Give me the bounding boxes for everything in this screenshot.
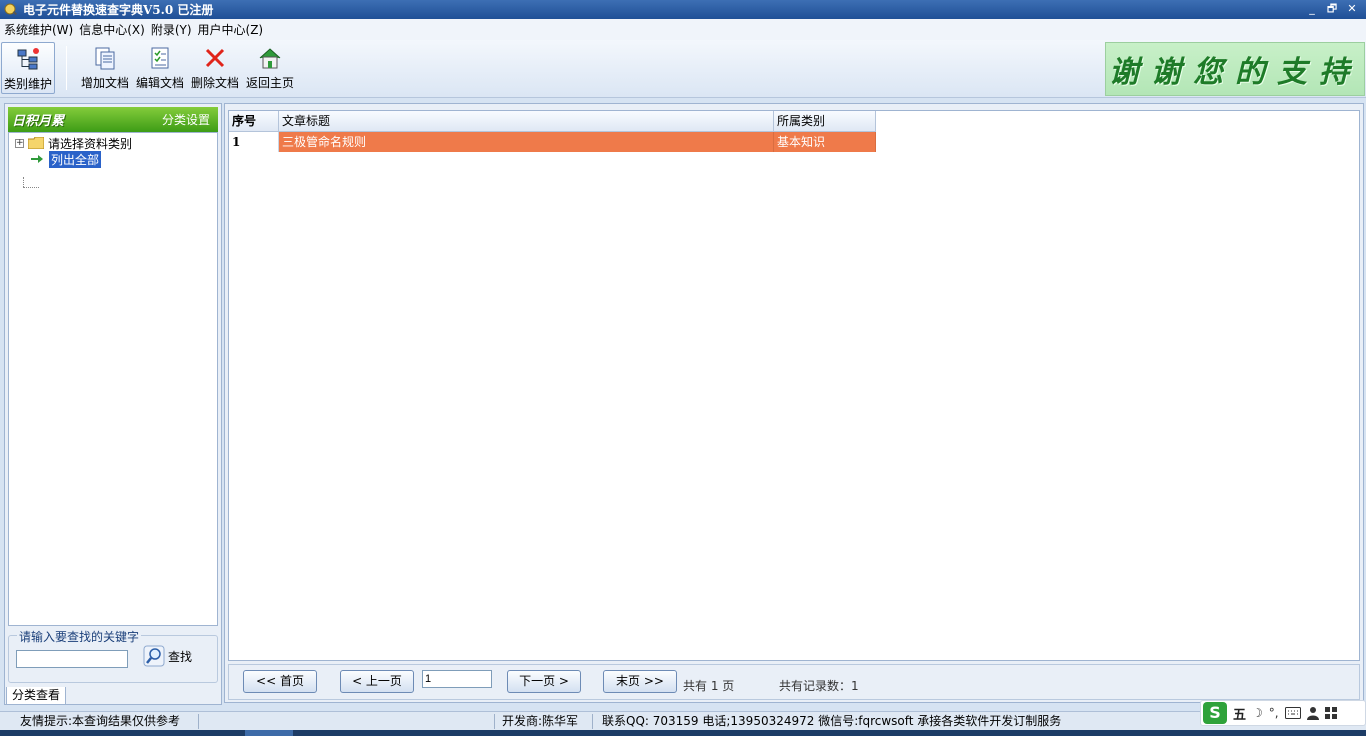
return-home-button[interactable]: 返回主页 xyxy=(243,42,297,94)
minimize-button[interactable]: _ xyxy=(1304,1,1320,17)
taskbar xyxy=(0,730,1366,736)
grid-menu-icon[interactable] xyxy=(1324,707,1337,719)
status-tip: 友情提示:本查询结果仅供参考 xyxy=(20,714,181,728)
cell-title[interactable]: 三极管命名规则 xyxy=(279,132,774,152)
home-icon xyxy=(259,48,281,69)
menu-bar: 系统维护(W) 信息中心(X) 附录(Y) 用户中心(Z) xyxy=(0,19,1366,40)
keyboard-icon[interactable] xyxy=(1284,707,1301,719)
category-maintain-button[interactable]: 类别维护 xyxy=(1,42,55,94)
ime-mode[interactable]: 五 xyxy=(1233,704,1246,723)
pager: << 首页 < 上一页 下一页 > 末页 >> 共有 1 页 共有记录数：1 xyxy=(228,664,1360,700)
tree-node-list-all-label: 列出全部 xyxy=(49,150,102,168)
edit-document-label: 编辑文档 xyxy=(135,76,184,90)
search-group: 请输入要查找的关键字 查找 xyxy=(8,628,218,683)
search-button[interactable]: 查找 xyxy=(143,645,192,667)
delete-x-icon xyxy=(205,48,225,68)
header-logo: 日积月累 xyxy=(12,114,65,129)
add-document-icon xyxy=(95,47,115,70)
prev-page-button[interactable]: < 上一页 xyxy=(340,670,414,693)
menu-appendix[interactable]: 附录(Y) xyxy=(150,21,197,38)
category-tree[interactable]: + 请选择资料类别 列出全部 xyxy=(8,132,218,626)
status-bar: 友情提示:本查询结果仅供参考 开发商:陈华军 联系QQ: 703159 电话;1… xyxy=(0,711,1366,730)
last-page-button[interactable]: 末页 >> xyxy=(603,670,677,693)
folder-icon xyxy=(28,137,44,149)
add-document-label: 增加文档 xyxy=(80,76,129,90)
total-records-text: 共有记录数：1 xyxy=(779,679,859,693)
first-page-button[interactable]: << 首页 xyxy=(243,670,317,693)
column-header-index[interactable]: 序号 xyxy=(229,111,279,132)
search-legend: 请输入要查找的关键字 xyxy=(17,628,142,645)
ime-toolbar[interactable]: S 五 ☽ °, xyxy=(1200,700,1366,726)
restore-button[interactable]: 🗗 xyxy=(1324,1,1340,17)
tree-node-list-all[interactable]: 列出全部 xyxy=(31,150,102,168)
window-title: 电子元件替换速查字典V5.0 已注册 xyxy=(23,3,214,17)
cell-category[interactable]: 基本知识 xyxy=(774,132,876,152)
moon-icon[interactable]: ☽ xyxy=(1252,706,1263,720)
column-header-category[interactable]: 所属类别 xyxy=(774,111,876,132)
keyword-search-input[interactable] xyxy=(16,650,128,668)
category-maintain-label: 类别维护 xyxy=(3,77,52,91)
return-home-label: 返回主页 xyxy=(245,76,294,90)
tab-category-view[interactable]: 分类查看 xyxy=(6,687,67,705)
category-panel: 日积月累 分类设置 + 请选择资料类别 列出全部 请输入要查找的关键字 查找 分… xyxy=(4,103,222,705)
edit-document-button[interactable]: 编辑文档 xyxy=(133,42,187,94)
status-contact: 联系QQ: 703159 电话;13950324972 微信号:fqrcwsof… xyxy=(602,714,1062,728)
delete-document-button[interactable]: 删除文档 xyxy=(188,42,242,94)
ime-punctuation[interactable]: °, xyxy=(1269,706,1279,720)
menu-system-maintain[interactable]: 系统维护(W) xyxy=(3,21,78,38)
next-page-button[interactable]: 下一页 > xyxy=(507,670,581,693)
column-header-title[interactable]: 文章标题 xyxy=(279,111,774,132)
menu-user-center[interactable]: 用户中心(Z) xyxy=(197,21,269,38)
close-button[interactable]: ✕ xyxy=(1344,1,1360,17)
document-panel: 序号 文章标题 所属类别 1 三极管命名规则 基本知识 << 首页 < 上一页 … xyxy=(224,103,1364,703)
user-icon[interactable] xyxy=(1306,706,1319,720)
delete-document-label: 删除文档 xyxy=(190,76,239,90)
category-tree-icon xyxy=(17,48,39,70)
tree-node-root[interactable]: + 请选择资料类别 xyxy=(15,135,132,151)
title-bar: 电子元件替换速查字典V5.0 已注册 _ 🗗 ✕ xyxy=(0,0,1366,19)
tree-node-root-label: 请选择资料类别 xyxy=(48,136,133,151)
total-pages-text: 共有 1 页 xyxy=(683,679,735,693)
cell-index: 1 xyxy=(229,132,279,152)
menu-info-center[interactable]: 信息中心(X) xyxy=(78,21,150,38)
search-button-label: 查找 xyxy=(168,649,193,664)
category-settings-link[interactable]: 分类设置 xyxy=(162,111,210,128)
edit-document-icon xyxy=(151,47,169,69)
document-grid[interactable]: 序号 文章标题 所属类别 1 三极管命名规则 基本知识 xyxy=(228,110,1360,661)
search-icon xyxy=(143,645,165,667)
app-icon xyxy=(3,2,19,18)
grid-header: 序号 文章标题 所属类别 xyxy=(229,111,876,132)
ime-logo-icon[interactable]: S xyxy=(1203,702,1227,724)
expand-icon[interactable]: + xyxy=(15,138,24,148)
tree-header: 日积月累 分类设置 xyxy=(8,107,218,132)
banner-text: 谢谢您的支持 xyxy=(1109,55,1361,90)
page-number-input[interactable] xyxy=(422,670,492,688)
thanks-banner: 谢谢您的支持 xyxy=(1105,42,1365,96)
status-developer: 开发商:陈华军 xyxy=(502,714,579,728)
add-document-button[interactable]: 增加文档 xyxy=(78,42,132,94)
arrow-right-icon xyxy=(31,155,43,163)
table-row[interactable]: 1 三极管命名规则 基本知识 xyxy=(229,132,876,152)
